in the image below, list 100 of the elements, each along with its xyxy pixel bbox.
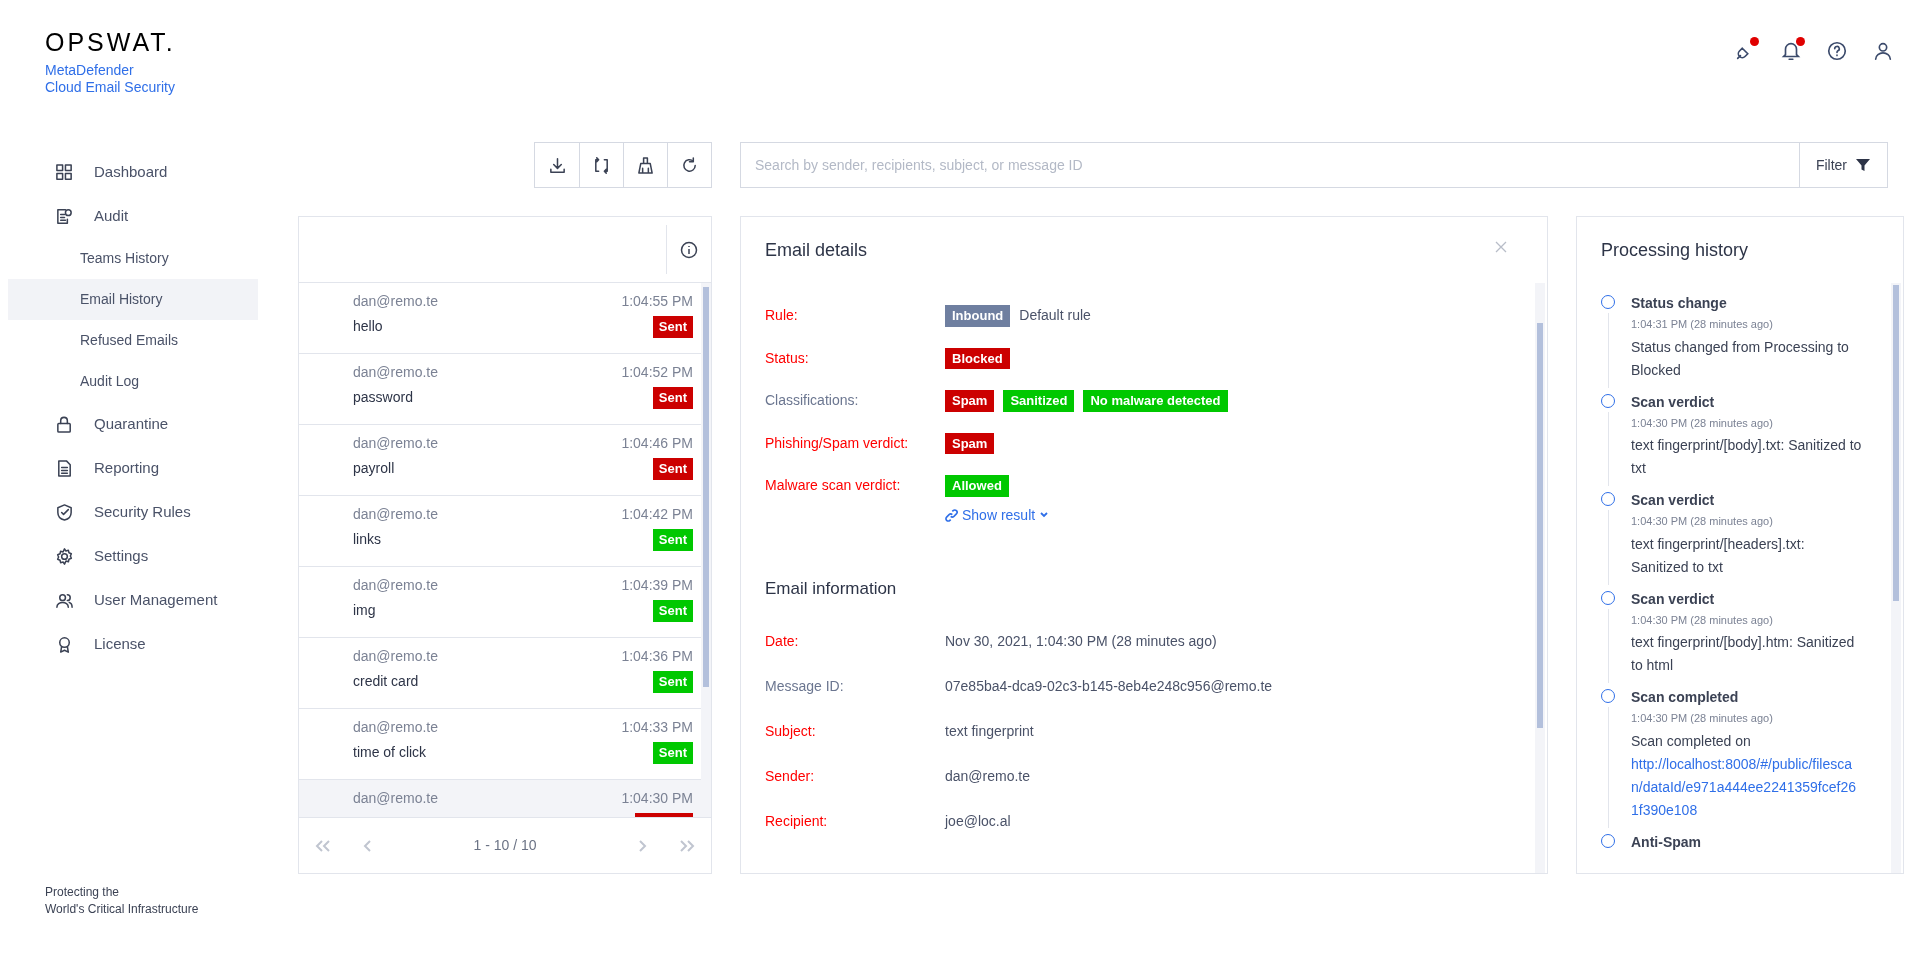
- scan-result-link[interactable]: http://localhost:8008/#/public/filescan/dataId/e971a444ee2241359fcef261f390e108: [1631, 752, 1863, 822]
- sidebar-item[interactable]: Settings: [8, 534, 250, 578]
- sender-address: dan@remo.te: [353, 363, 439, 382]
- status-tag: Spam: [945, 432, 995, 454]
- field-label: Phishing/Spam verdict:: [765, 433, 910, 453]
- event-time: 1:04:30 PM (28 minutes ago): [1631, 612, 1773, 628]
- settings-icon: [55, 546, 74, 566]
- email-subject: credit card: [353, 672, 419, 692]
- document-icon: [55, 458, 74, 478]
- sidebar-item[interactable]: Dashboard: [8, 150, 250, 194]
- lock-icon: [55, 414, 74, 434]
- filter-button[interactable]: Filter: [1798, 142, 1888, 188]
- show-result-link[interactable]: Show result: [945, 504, 1050, 526]
- sender-address: dan@remo.te: [353, 718, 439, 737]
- event-time: 1:04:30 PM (28 minutes ago): [1631, 415, 1773, 431]
- event-description: Status changed from Processing to Blocked: [1631, 337, 1850, 380]
- company-logo: OPSWAT.: [45, 30, 176, 55]
- download-icon: [547, 155, 567, 175]
- status-badge: Sent: [652, 458, 693, 480]
- filter-icon: [1855, 157, 1871, 173]
- sender-address: dan@remo.te: [353, 576, 439, 595]
- email-list-row[interactable]: dan@remo.te 1:04:30 PM: [299, 780, 701, 817]
- user-icon[interactable]: [1872, 40, 1894, 62]
- email-subject: img: [353, 601, 376, 621]
- email-subject: links: [353, 530, 381, 550]
- event-description: text fingerprint/[body].txt: Sanitized to txt: [1631, 436, 1863, 478]
- grid-icon: [55, 162, 74, 182]
- sender-address: dan@remo.te: [353, 292, 439, 311]
- shield-check-icon: [55, 502, 74, 522]
- panel-title: Processing history: [1600, 239, 1750, 262]
- tagline: World's Critical Infrastructure: [45, 901, 199, 918]
- event-title: Anti-Spam: [1631, 832, 1701, 852]
- sidebar-item[interactable]: License: [8, 622, 250, 666]
- event-title: Scan completed: [1631, 688, 1739, 707]
- sync-icon: [592, 155, 611, 175]
- event-time: 1:04:30 PM (28 minutes ago): [1631, 711, 1773, 726]
- section-title: Email information: [765, 577, 897, 600]
- field-value: 07e85ba4-dca9-02c3-b145-8eb4e248c956@remo.te: [945, 677, 1273, 696]
- sender-address: dan@remo.te: [353, 789, 439, 808]
- sidebar-item[interactable]: Quarantine: [8, 402, 250, 446]
- event-description: text fingerprint/[body].htm: Sanitized to html: [1631, 633, 1856, 675]
- scrollbar[interactable]: [1537, 323, 1543, 728]
- field-label: Malware scan verdict:: [765, 476, 902, 495]
- panel-title: Email details: [765, 238, 868, 262]
- sender-address: dan@remo.te: [353, 647, 439, 666]
- event-title: Scan verdict: [1631, 491, 1715, 510]
- status-tag: No malware detected: [1083, 390, 1228, 412]
- sidebar-item[interactable]: User Management: [8, 578, 250, 622]
- field-value: joe@loc.al: [945, 812, 1011, 831]
- sidebar-subitem[interactable]: Email History: [8, 279, 258, 320]
- refresh-icon: [680, 155, 699, 175]
- sent-time: 1:04:42 PM: [621, 505, 693, 524]
- scrollbar[interactable]: [703, 287, 709, 687]
- sent-time: 1:04:30 PM: [621, 789, 693, 808]
- email-subject: password: [353, 388, 413, 408]
- chevron-down-icon: [1039, 510, 1050, 520]
- sidebar-item[interactable]: Security Rules: [8, 490, 250, 534]
- product-name: MetaDefender: [45, 62, 134, 79]
- field-label: Recipient:: [765, 812, 829, 831]
- sent-time: 1:04:39 PM: [621, 576, 693, 595]
- status-tag: Inbound: [945, 305, 1011, 327]
- sidebar-subitem[interactable]: Refused Emails: [8, 320, 258, 361]
- sent-time: 1:04:46 PM: [621, 434, 693, 453]
- scrollbar[interactable]: [1893, 285, 1899, 601]
- sender-address: dan@remo.te: [353, 434, 439, 453]
- field-label: Date:: [765, 632, 800, 651]
- field-label: Sender:: [765, 767, 816, 786]
- status-tag: Sanitized: [1003, 390, 1075, 412]
- event-time: 1:04:31 PM (28 minutes ago): [1631, 317, 1773, 332]
- sidebar-item[interactable]: Reporting: [8, 446, 250, 490]
- status-badge: Sent: [652, 316, 693, 338]
- email-subject: hello: [353, 317, 383, 337]
- event-title: Status change: [1631, 294, 1727, 313]
- status-badge: Sent: [652, 742, 693, 764]
- status-badge: Sent: [652, 529, 693, 551]
- field-label: Message ID:: [765, 677, 845, 696]
- event-title: Scan verdict: [1631, 589, 1715, 609]
- sidebar-subitem[interactable]: Teams History: [8, 238, 258, 279]
- sent-time: 1:04:33 PM: [621, 718, 693, 737]
- status-tag: Spam: [945, 390, 995, 412]
- field-label: Classifications:: [765, 391, 860, 410]
- email-subject: time of click: [353, 743, 427, 763]
- event-description: text fingerprint/[headers].txt: Sanitized to txt: [1631, 534, 1806, 577]
- status-badge: Sent: [652, 671, 693, 693]
- field-value: dan@remo.te: [945, 767, 1031, 786]
- sent-time: 1:04:36 PM: [621, 647, 693, 666]
- sidebar-subitem[interactable]: Audit Log: [8, 361, 258, 402]
- status-badge: Sent: [652, 600, 693, 622]
- tagline: Protecting the: [45, 884, 120, 901]
- bell-icon[interactable]: [1780, 40, 1802, 62]
- field-label: Status:: [765, 348, 810, 368]
- search-field[interactable]: Search by sender, recipients, subject, or message ID: [740, 142, 1799, 188]
- help-icon[interactable]: [1826, 40, 1848, 62]
- page-range: 1 - 10 / 10: [472, 836, 538, 855]
- event-time: 1:04:30 PM (28 minutes ago): [1631, 514, 1773, 529]
- event-title: Scan verdict: [1631, 392, 1715, 412]
- sidebar-item[interactable]: Audit: [8, 194, 250, 238]
- info-icon[interactable]: [680, 240, 698, 259]
- email-subject: payroll: [353, 459, 395, 479]
- field-label: Subject:: [765, 722, 817, 741]
